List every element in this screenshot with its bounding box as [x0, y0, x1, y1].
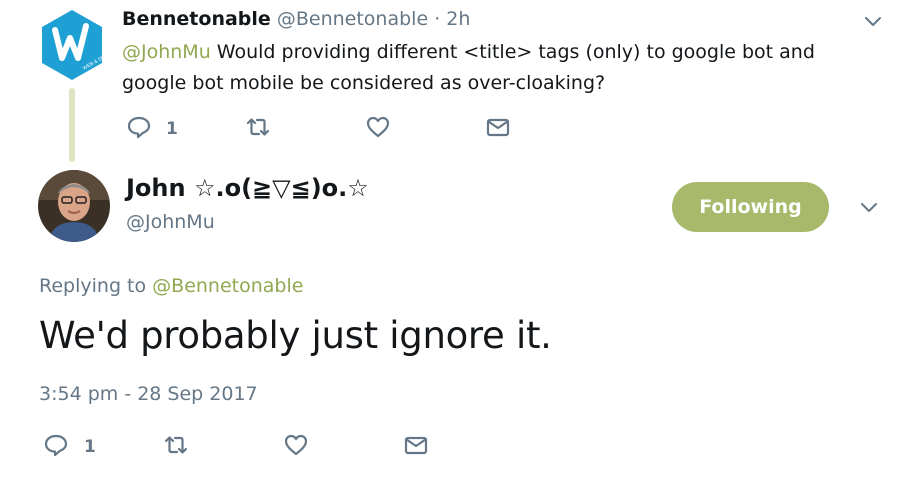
- reply-icon[interactable]: [126, 114, 152, 140]
- reply-count: 1: [84, 437, 96, 457]
- tweet-timestamp[interactable]: 3:54 pm - 28 Sep 2017: [39, 383, 258, 405]
- meta-separator: ·: [434, 8, 441, 30]
- tweet-text: We'd probably just ignore it.: [39, 314, 552, 357]
- reply-count: 1: [166, 119, 178, 139]
- retweet-icon[interactable]: [245, 114, 271, 140]
- parent-author-handle[interactable]: @Bennetonable: [277, 8, 428, 30]
- parent-tweet-age[interactable]: 2h: [446, 8, 470, 30]
- main-author-name[interactable]: John ☆.o(≧▽≦)o.☆: [126, 174, 369, 202]
- like-icon[interactable]: [283, 432, 309, 458]
- parent-tweet-text: @JohnMu Would providing different <title…: [122, 37, 842, 99]
- parent-tweet-body: Would providing different <title> tags (…: [122, 41, 815, 94]
- author-logo[interactable]: WEB & SEO: [40, 8, 109, 82]
- chevron-down-icon[interactable]: [858, 196, 880, 218]
- replying-to-handle[interactable]: @Bennetonable: [152, 275, 303, 297]
- following-button[interactable]: Following: [672, 182, 829, 232]
- parent-tweet-header: Bennetonable @Bennetonable · 2h: [122, 8, 470, 30]
- retweet-icon[interactable]: [163, 432, 189, 458]
- message-icon[interactable]: [403, 432, 429, 458]
- main-author-handle[interactable]: @JohnMu: [126, 211, 215, 233]
- parent-tweet-mention[interactable]: @JohnMu: [122, 41, 211, 63]
- chevron-down-icon[interactable]: [862, 10, 884, 32]
- message-icon[interactable]: [485, 114, 511, 140]
- replying-to-prefix: Replying to: [39, 275, 153, 297]
- replying-to: Replying to @Bennetonable: [39, 275, 303, 297]
- reply-icon[interactable]: [43, 432, 69, 458]
- thread-line: [69, 88, 75, 162]
- parent-author-name[interactable]: Bennetonable: [122, 8, 271, 30]
- avatar[interactable]: [38, 170, 110, 242]
- like-icon[interactable]: [365, 114, 391, 140]
